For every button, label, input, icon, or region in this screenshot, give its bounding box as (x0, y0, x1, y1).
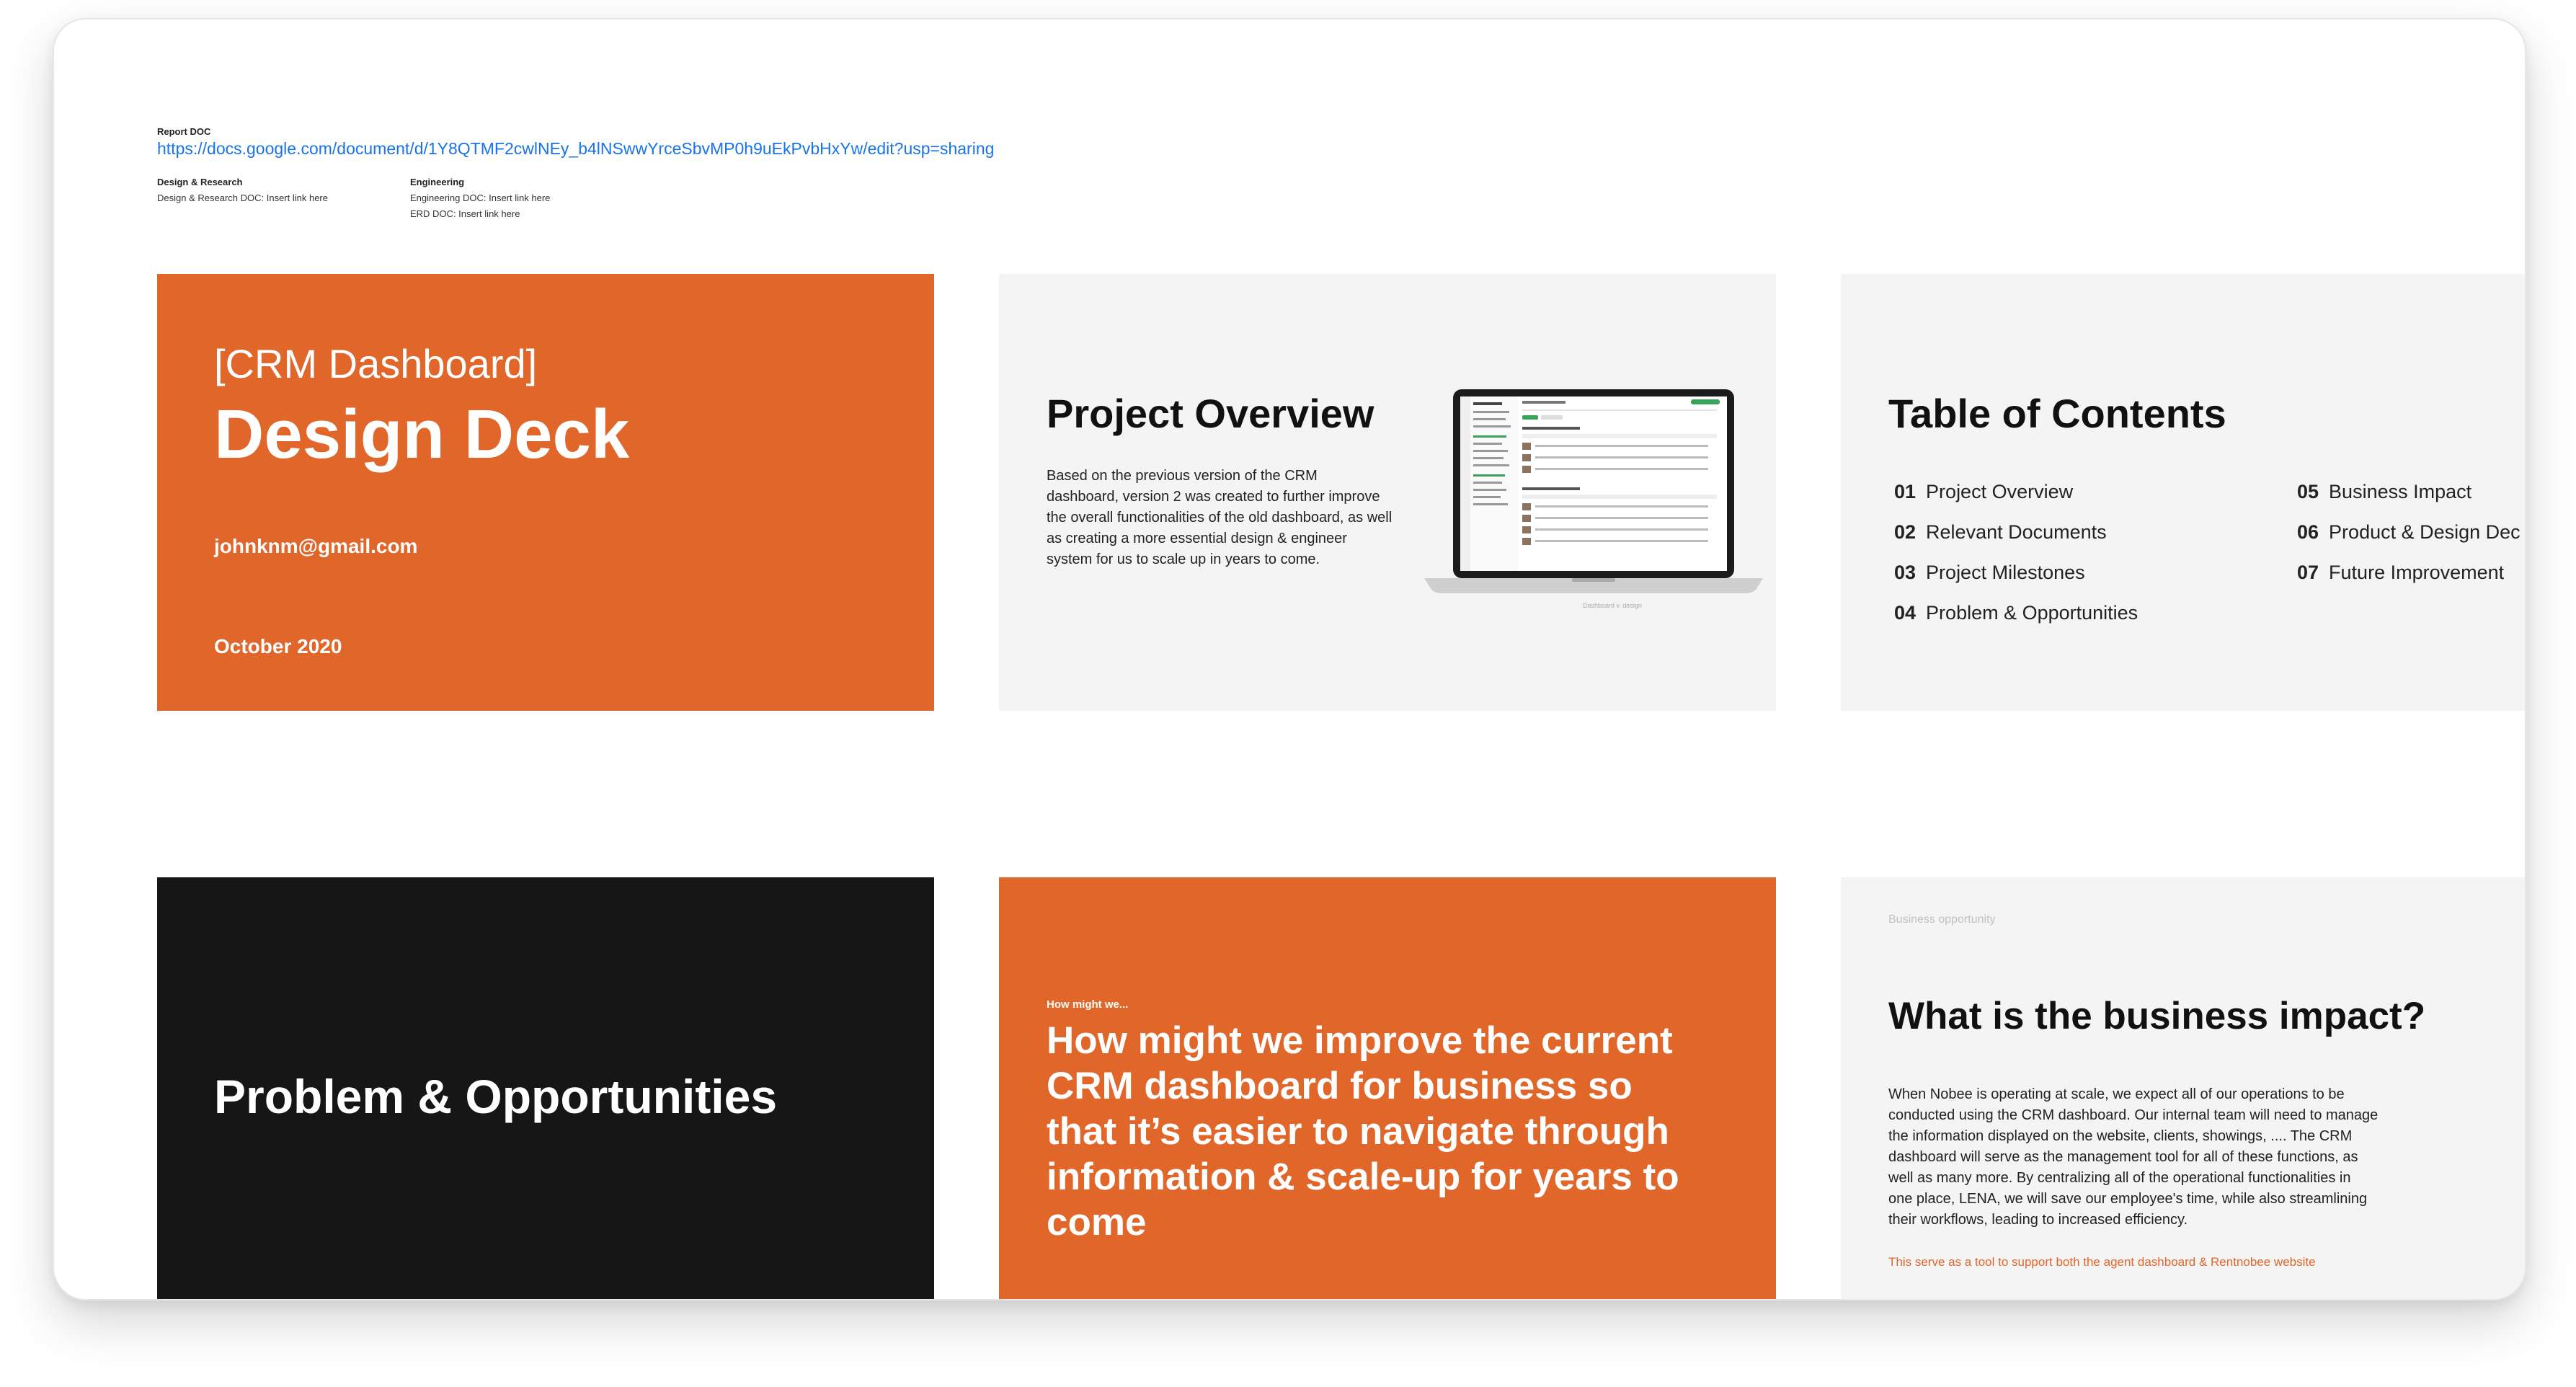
toc-item: 01 Project Overview (1894, 481, 2074, 502)
toc-item: 02 Relevant Documents (1894, 521, 2107, 543)
report-doc-link[interactable]: https://docs.google.com/document/d/1Y8QT… (157, 139, 994, 159)
slide-cover[interactable]: [CRM Dashboard] Design Deck johnknm@gmai… (157, 274, 934, 711)
overview-title: Project Overview (1047, 391, 1374, 436)
slide-problem-opportunities[interactable]: Problem & Opportunities (157, 877, 934, 1299)
toc-item: 04 Problem & Opportunities (1894, 602, 2138, 624)
engineering-title: Engineering (410, 177, 465, 187)
slide-how-might-we[interactable]: How might we... How might we improve the… (999, 877, 1776, 1299)
slide-table-of-contents[interactable]: Table of Contents 01 Project Overview 02 R… (1841, 274, 2525, 711)
hmw-kicker: How might we... (1047, 998, 1129, 1011)
erd-doc: ERD DOC: Insert link here (410, 208, 520, 219)
design-research-title: Design & Research (157, 177, 243, 187)
cover-email: johnknm@gmail.com (214, 535, 418, 557)
design-research-doc: Design & Research DOC: Insert link here (157, 192, 328, 203)
slide-project-overview[interactable]: Project Overview Based on the previous v… (999, 274, 1776, 711)
hmw-question: How might we improve the current CRM das… (1047, 1019, 1679, 1244)
impact-note: This serve as a tool to support both the… (1888, 1255, 2316, 1269)
toc-item: 07 Future Improvement (2297, 562, 2505, 583)
impact-body: When Nobee is operating at scale, we exp… (1888, 1086, 2379, 1228)
canvas-window: Report DOC https://docs.google.com/docum… (53, 18, 2526, 1300)
report-doc-label: Report DOC (157, 126, 211, 137)
toc-title: Table of Contents (1888, 391, 2226, 436)
problem-title: Problem & Opportunities (214, 1070, 778, 1123)
cover-date: October 2020 (214, 635, 342, 657)
overview-caption: Dashboard v. design (1583, 602, 1642, 609)
cover-bracket-title: [CRM Dashboard] (214, 341, 538, 386)
impact-title: What is the business impact? (1888, 995, 2426, 1037)
cover-title: Design Deck (214, 396, 630, 473)
laptop-mockup (1424, 389, 1763, 598)
toc-item: 05 Business Impact (2297, 481, 2472, 502)
overview-body: Based on the previous version of the CRM… (1047, 468, 1393, 567)
toc-item: 03 Project Milestones (1894, 562, 2085, 583)
impact-kicker: Business opportunity (1888, 913, 1996, 926)
slide-business-impact[interactable]: Business opportunity What is the busines… (1841, 877, 2525, 1299)
toc-item: 06 Product & Design Dec (2297, 521, 2521, 543)
engineering-doc: Engineering DOC: Insert link here (410, 192, 551, 203)
